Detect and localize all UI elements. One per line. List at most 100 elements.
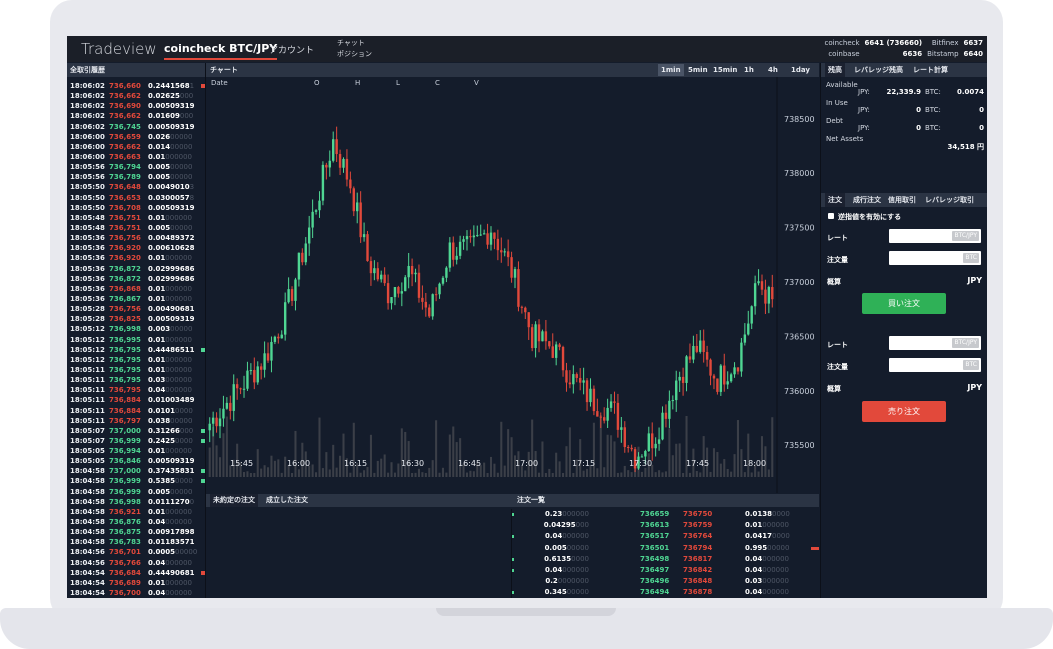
bid-size-value: 0.04295 [543, 521, 576, 530]
buy-order-button[interactable]: 買い注文 [862, 293, 946, 314]
trade-size: 0.04000000 [148, 517, 192, 527]
tab-market-order[interactable]: 成行注文 [850, 193, 884, 207]
trade-size-value: 0.37435831 [148, 467, 195, 476]
trade-size-value: 0.0005 [148, 548, 176, 557]
trade-size: 0.02999686 [148, 264, 195, 274]
candle-body [764, 289, 767, 304]
order-book-row[interactable]: 0.00500000 736501 736794 0.99500000 [511, 543, 819, 554]
candle-body [647, 433, 650, 452]
exchange-name: coincheck [824, 39, 860, 47]
sell-order-button[interactable]: 売り注文 [862, 401, 946, 422]
buy-amount-input[interactable]: BTC [889, 251, 981, 265]
account-link[interactable]: アカウント [269, 43, 314, 56]
trade-size-value: 0.01 [148, 355, 166, 364]
tab-rate-calc[interactable]: レート計算 [910, 63, 951, 77]
tab-limit-order[interactable]: 注文 [825, 193, 845, 207]
chart-canvas[interactable]: 738500 738000 737500 737000 736500 736000 7355… [206, 77, 819, 493]
candle-body [651, 433, 654, 449]
candle-body [338, 154, 342, 168]
candle-body [345, 158, 349, 180]
volume-bar [483, 462, 486, 477]
trade-price: 736,995 [109, 335, 141, 344]
trade-row: 18:05:11 736,795 0.04000000 [67, 385, 205, 395]
volume-bar [260, 468, 263, 477]
ask-size-value: 0.0138 [745, 510, 773, 518]
trade-price: 736,884 [109, 406, 141, 415]
volume-bar [544, 472, 547, 477]
trade-size: 0.24415681 [148, 81, 194, 91]
candle-body [314, 210, 318, 212]
candlestick-chart[interactable]: Date O H L C V 738500 738000 737500 737000 7… [206, 77, 819, 493]
tab-margin-trade[interactable]: 信用取引 [885, 193, 919, 207]
candle-body [462, 239, 465, 242]
trade-time: 18:06:00 [70, 132, 105, 141]
tab-leverage-balance[interactable]: レバレッジ残高 [851, 63, 906, 77]
trade-time: 18:04:56 [70, 558, 105, 567]
candle-body [407, 265, 410, 278]
btc-label: BTC: [925, 124, 941, 132]
stop-order-checkbox[interactable] [828, 213, 834, 219]
volume-bar [363, 470, 366, 477]
volume-bar [225, 416, 228, 477]
trade-row: 18:06:00 736,662 0.01400000 [67, 142, 205, 152]
timeframe-5min[interactable]: 5min [685, 64, 711, 76]
candle-body [421, 297, 424, 302]
volume-bar [369, 434, 372, 477]
timeframe-1h[interactable]: 1h [741, 64, 757, 76]
trade-size-value: 0.00509319 [148, 203, 195, 212]
chat-link[interactable]: チャット [337, 38, 372, 49]
trade-time: 18:04:56 [70, 548, 105, 557]
buy-rate-input[interactable]: BTC/JPY [889, 229, 981, 243]
order-book-row[interactable]: 0.04000000 736517 736764 0.04170000 [511, 531, 819, 542]
trade-price: 736,662 [109, 112, 141, 121]
candle-body [482, 233, 486, 235]
chart-header: チャート 1min 5min 15min 1h 4h 1day [206, 63, 819, 77]
candle-body [328, 160, 331, 168]
timeframe-1min[interactable]: 1min [658, 64, 684, 76]
position-link[interactable]: ポジション [337, 49, 372, 60]
trade-time: 18:06:00 [70, 152, 105, 161]
trade-size: 0.00500000 [148, 223, 192, 233]
timeframe-15min[interactable]: 15min [710, 64, 740, 76]
order-book-row[interactable]: 0.61350000 736498 736817 0.04000000 [511, 554, 819, 565]
order-book-row[interactable]: 0.23000000 736659 736750 0.01380000 [511, 509, 819, 520]
y-tick-label: 737000 [784, 278, 815, 287]
order-book-row[interactable]: 0.04000000 736497 736842 0.04000000 [511, 565, 819, 576]
order-book-row[interactable]: 0.34500000 736494 736878 0.04000000 [511, 587, 819, 598]
candle-body [287, 289, 290, 303]
order-book[interactable]: 0.23000000 736659 736750 0.01380000 0.042950… [511, 509, 819, 598]
trade-history-list[interactable]: 18:06:02 736,660 0.24415681 18:06:02 736,662… [67, 81, 205, 598]
trade-size: 0.01400000 [148, 142, 192, 152]
timeframe-1day[interactable]: 1day [788, 64, 813, 76]
tab-balance[interactable]: 残高 [825, 63, 845, 77]
candle-body [472, 235, 476, 238]
trade-size-value: 0.01 [148, 284, 166, 293]
ask-price: 736842 [683, 565, 713, 574]
y-tick-label: 736500 [784, 332, 815, 341]
candle-body [664, 412, 668, 419]
tab-filled-orders[interactable]: 成立した注文 [263, 494, 311, 507]
volume-bar [568, 427, 571, 477]
trade-price: 736,653 [109, 193, 141, 202]
trade-size: 0.01000000 [148, 213, 192, 223]
trade-marker [201, 428, 205, 433]
sell-rate-input[interactable]: BTC/JPY [889, 336, 981, 350]
trade-size: 0.04000000 [148, 558, 192, 568]
debt-jpy: 0 [916, 124, 921, 132]
trade-size-zeros: 00000 [170, 173, 193, 182]
order-book-row[interactable]: 0.20000000 736496 736848 0.03000000 [511, 576, 819, 587]
sell-amount-input[interactable]: BTC [889, 358, 981, 372]
candle-body [304, 243, 307, 263]
trade-price: 736,745 [109, 122, 141, 131]
trade-size: 0.00300000 [148, 324, 192, 334]
tab-open-orders[interactable]: 未約定の注文 [210, 494, 258, 507]
order-book-row[interactable]: 0.04295000 736613 736759 0.01000000 [511, 520, 819, 531]
trade-size-value: 0.00490681 [148, 305, 195, 314]
pair-tab[interactable]: coincheck BTC/JPY [164, 42, 278, 60]
timeframe-4h[interactable]: 4h [765, 64, 781, 76]
trade-size: 0.01000000 [148, 578, 192, 588]
trade-size: 0.00500000 [148, 162, 192, 172]
tab-leverage-trade[interactable]: レバレッジ取引 [922, 193, 977, 207]
trade-time: 18:05:36 [70, 254, 105, 263]
trade-history-title: 全取引履歴 [67, 63, 205, 77]
